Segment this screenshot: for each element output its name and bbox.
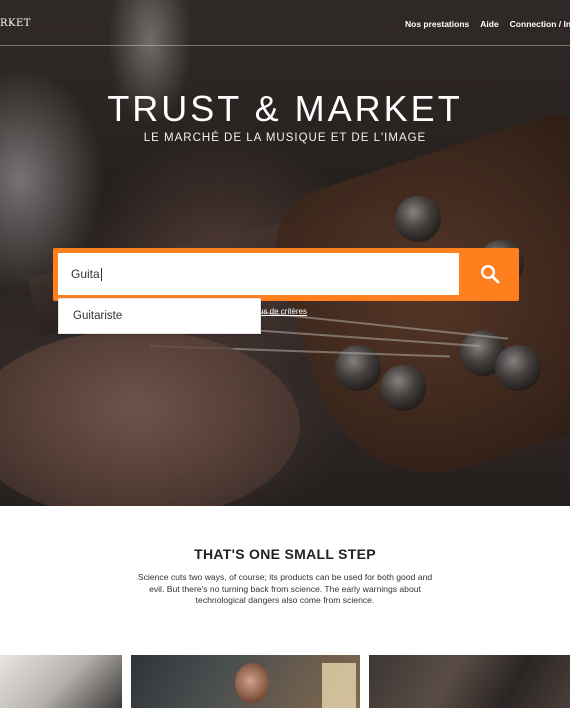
autocomplete-option[interactable]: Guitariste xyxy=(73,310,122,322)
singer-image xyxy=(235,663,269,703)
text-caret xyxy=(100,268,102,282)
hero-title: TRUST & MARKET xyxy=(107,88,463,129)
site-logo[interactable]: RKET xyxy=(0,18,31,29)
hero-subtitle: LE MARCHÉ DE LA MUSIQUE ET DE L'IMAGE xyxy=(143,132,427,144)
search-button[interactable] xyxy=(464,253,516,295)
nav-link-prestations[interactable]: Nos prestations xyxy=(405,19,469,29)
nav-link-connection[interactable]: Connection / Ins xyxy=(510,19,570,29)
poster-image xyxy=(322,663,356,708)
more-criteria-link[interactable]: us de critères xyxy=(259,307,307,316)
section-text: Science cuts two ways, of course; its pr… xyxy=(137,572,433,605)
card-image-left[interactable] xyxy=(0,655,122,708)
search-input[interactable]: Guita xyxy=(58,253,459,295)
nav-links: Nos prestations Aide Connection / Ins xyxy=(405,19,570,29)
section-title: THAT'S ONE SMALL STEP xyxy=(194,546,376,562)
card-image-right[interactable] xyxy=(369,655,570,708)
search-bar: Guita xyxy=(53,248,519,301)
search-input-value: Guita xyxy=(71,267,100,281)
top-nav: RKET Nos prestations Aide Connection / I… xyxy=(0,0,570,46)
nav-link-aide[interactable]: Aide xyxy=(480,19,498,29)
search-icon xyxy=(480,264,500,284)
autocomplete-dropdown: Guitariste xyxy=(58,298,261,334)
